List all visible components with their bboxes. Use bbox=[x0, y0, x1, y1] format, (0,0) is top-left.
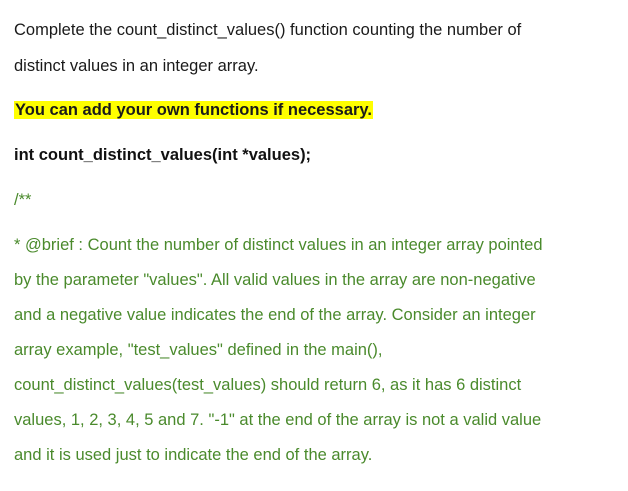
highlighted-instruction: You can add your own functions if necess… bbox=[14, 101, 373, 119]
intro-line-1: Complete the count_distinct_values() fun… bbox=[14, 21, 522, 39]
comment-line-4: array example, "test_values" defined in … bbox=[14, 341, 383, 359]
comment-open: /** bbox=[14, 191, 32, 209]
highlight-note: You can add your own functions if necess… bbox=[14, 100, 373, 120]
function-signature: int count_distinct_values(int *values); bbox=[14, 146, 312, 164]
comment-line-5: count_distinct_values(test_values) shoul… bbox=[14, 376, 522, 394]
comment-line-3: and a negative value indicates the end o… bbox=[14, 306, 536, 324]
comment-line-7: and it is used just to indicate the end … bbox=[14, 446, 373, 464]
intro-line-2: distinct values in an integer array. bbox=[14, 57, 259, 75]
comment-line-6: values, 1, 2, 3, 4, 5 and 7. "-1" at the… bbox=[14, 411, 542, 429]
comment-line-1: * @brief : Count the number of distinct … bbox=[14, 236, 543, 254]
comment-line-2: by the parameter "values". All valid val… bbox=[14, 271, 536, 289]
